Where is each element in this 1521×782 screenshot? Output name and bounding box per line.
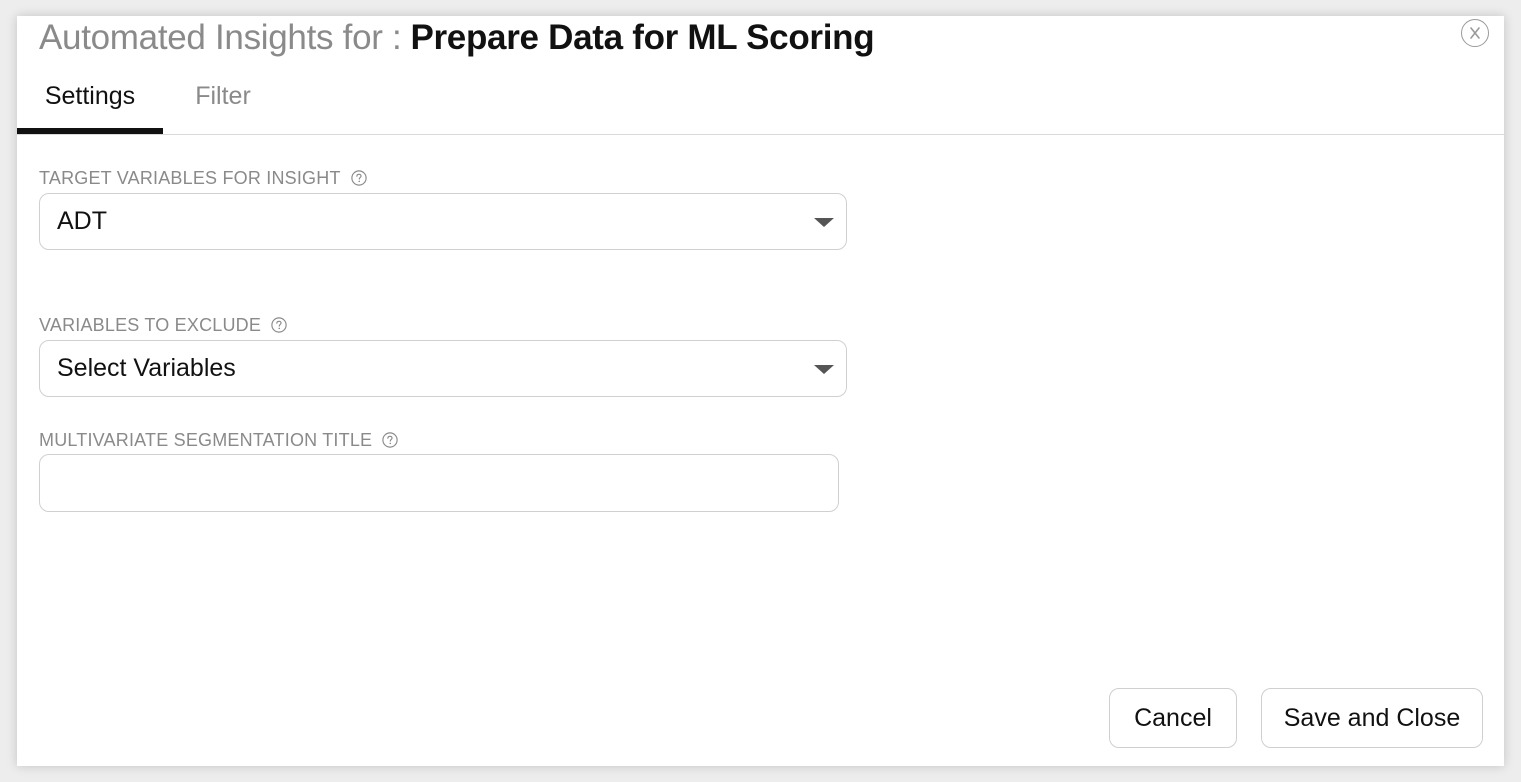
variables-exclude-select[interactable]: Select Variables <box>39 340 847 397</box>
close-x-glyph <box>1470 27 1480 39</box>
title-prefix: Automated Insights for : <box>39 18 402 57</box>
target-variables-label: TARGET VARIABLES FOR INSIGHT <box>39 168 367 189</box>
title-dataset-name: Prepare Data for ML Scoring <box>410 18 875 57</box>
chevron-down-icon <box>814 218 834 227</box>
tab-settings[interactable]: Settings <box>17 74 163 134</box>
save-and-close-button[interactable]: Save and Close <box>1261 688 1483 748</box>
chevron-down-icon <box>814 365 834 374</box>
close-icon[interactable] <box>1461 19 1489 47</box>
help-icon[interactable] <box>350 169 367 186</box>
segmentation-title-input[interactable] <box>39 454 839 512</box>
help-icon[interactable] <box>271 316 287 333</box>
variables-exclude-label-text: VARIABLES TO EXCLUDE <box>39 315 262 335</box>
insights-dialog: Automated Insights for : Prepare Data fo… <box>17 16 1504 766</box>
help-icon[interactable] <box>382 431 398 448</box>
target-variables-value: ADT <box>57 207 107 235</box>
tab-bar: Settings Filter <box>17 74 1504 135</box>
segmentation-title-label: MULTIVARIATE SEGMENTATION TITLE <box>39 430 398 451</box>
segmentation-title-label-text: MULTIVARIATE SEGMENTATION TITLE <box>39 430 373 450</box>
target-variables-select[interactable]: ADT <box>39 193 847 250</box>
cancel-button[interactable]: Cancel <box>1109 688 1237 748</box>
tab-filter[interactable]: Filter <box>177 74 269 134</box>
target-variables-label-text: TARGET VARIABLES FOR INSIGHT <box>39 168 341 188</box>
variables-exclude-value: Select Variables <box>57 354 236 382</box>
variables-exclude-label: VARIABLES TO EXCLUDE <box>39 315 287 336</box>
dialog-title: Automated Insights for : Prepare Data fo… <box>39 18 875 60</box>
